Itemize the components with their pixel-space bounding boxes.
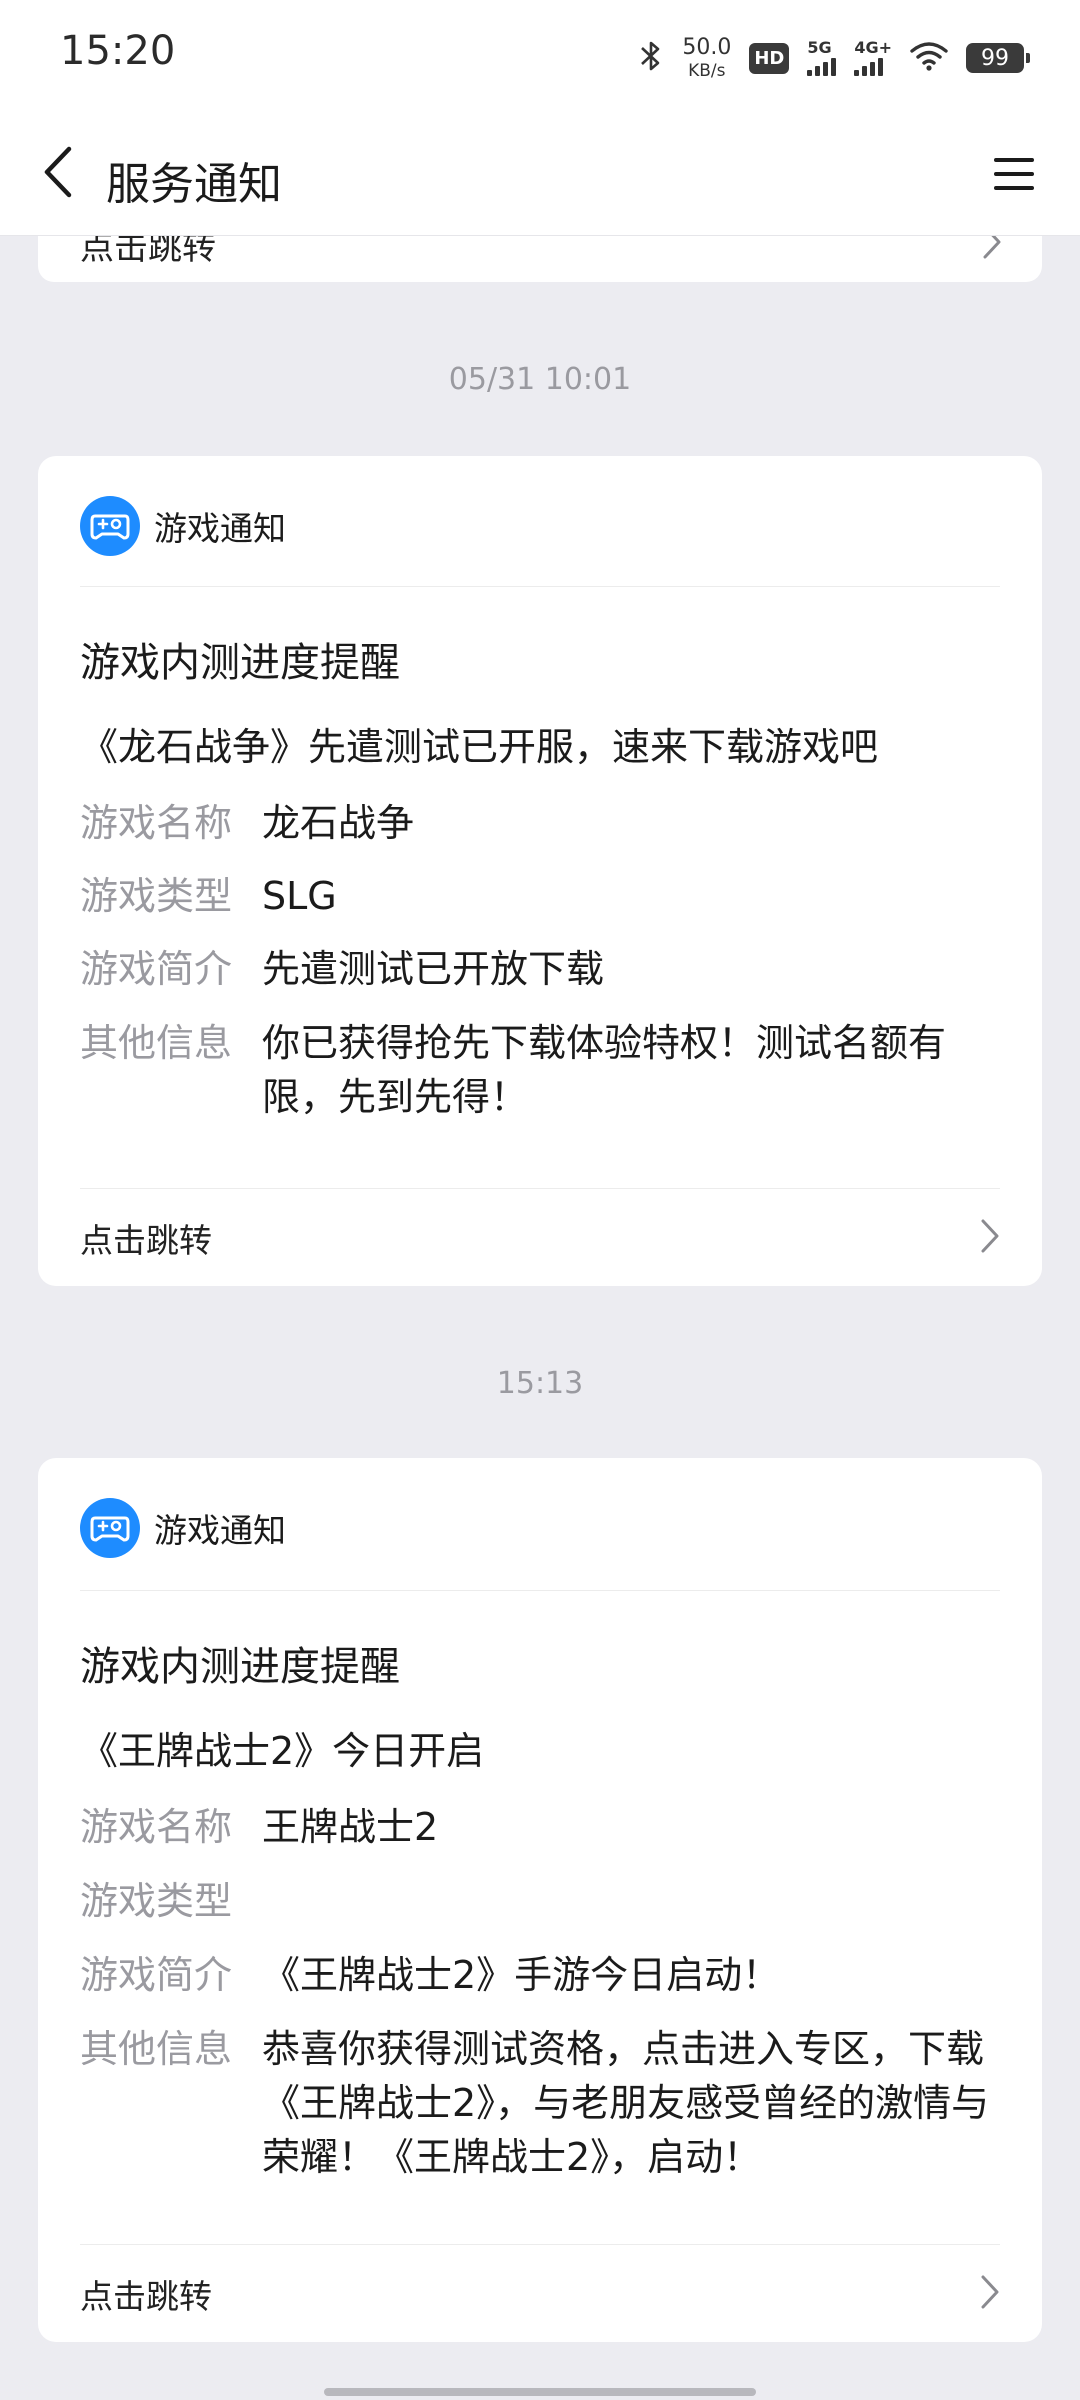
net2-label: 4G+	[854, 38, 892, 57]
app-name: 游戏通知	[154, 509, 286, 548]
jump-link-label: 点击跳转	[80, 2277, 212, 2316]
chevron-right-icon	[980, 2274, 1000, 2314]
status-time: 15:20	[60, 28, 176, 74]
card-header: 游戏通知	[80, 496, 286, 556]
app-name: 游戏通知	[154, 1511, 286, 1550]
message-title: 游戏内测进度提醒	[80, 640, 400, 686]
notification-card: 游戏通知 游戏内测进度提醒 《龙石战争》先遣测试已开服，速来下载游戏吧 游戏名称…	[38, 456, 1042, 1286]
field-label: 游戏简介	[80, 947, 233, 991]
network-speed: 50.0 KB/s	[682, 34, 732, 81]
jump-link-label: 点击跳转	[80, 236, 216, 268]
field-row: 其他信息 恭喜你获得测试资格，点击进入专区，下载《王牌战士2》，与老朋友感受曾经…	[80, 2022, 1002, 2184]
chevron-right-icon	[982, 236, 1002, 264]
speed-value: 50.0	[682, 34, 732, 60]
net1-label: 5G	[807, 38, 832, 57]
field-row: 游戏简介 《王牌战士2》手游今日启动！	[80, 1948, 1002, 2002]
notification-card: 游戏通知 游戏内测进度提醒 《王牌战士2》今日开启 游戏名称 王牌战士2 游戏类…	[38, 1458, 1042, 2342]
field-label: 游戏名称	[80, 801, 233, 845]
field-label: 其他信息	[80, 1021, 233, 1065]
signal-5g-icon: 5G	[807, 38, 837, 76]
jump-link-label: 点击跳转	[80, 1221, 212, 1260]
home-indicator[interactable]	[324, 2388, 756, 2396]
divider	[80, 1590, 1000, 1591]
battery-level: 99	[981, 45, 1009, 71]
field-row: 游戏类型 SLG	[80, 869, 1002, 923]
field-label: 游戏类型	[80, 874, 233, 918]
field-value: 王牌战士2	[262, 1805, 439, 1849]
field-value: 龙石战争	[262, 801, 415, 845]
bluetooth-icon	[638, 39, 664, 77]
signal-4g-icon: 4G+	[854, 40, 892, 76]
jump-link[interactable]: 点击跳转	[80, 2264, 1000, 2324]
divider	[80, 1188, 1000, 1189]
back-button[interactable]	[30, 142, 86, 206]
wifi-icon	[910, 41, 948, 75]
message-subtitle: 《王牌战士2》今日开启	[80, 1729, 485, 1773]
field-row: 其他信息 你已获得抢先下载体验特权！测试名额有限，先到先得！	[80, 1016, 1002, 1124]
message-timestamp: 15:13	[496, 1366, 584, 1401]
status-icons: 50.0 KB/s HD 5G 4G+ 99	[638, 30, 1030, 86]
divider	[80, 586, 1000, 587]
message-title: 游戏内测进度提醒	[80, 1644, 400, 1690]
hd-icon: HD	[749, 42, 790, 74]
app-header: 服务通知	[0, 112, 1080, 236]
gamepad-icon	[80, 1498, 140, 1558]
divider	[80, 2244, 1000, 2245]
gamepad-icon	[80, 496, 140, 556]
field-label: 游戏类型	[80, 1879, 233, 1923]
back-arrow-icon	[41, 145, 75, 203]
battery-icon: 99	[966, 43, 1030, 73]
field-value: SLG	[262, 874, 337, 918]
field-value: 《王牌战士2》手游今日启动！	[262, 1953, 781, 1997]
menu-icon	[992, 155, 1036, 197]
message-timestamp: 05/31 10:01	[448, 362, 632, 397]
field-label: 游戏名称	[80, 1805, 233, 1849]
jump-link[interactable]: 点击跳转	[80, 1208, 1000, 1268]
field-row: 游戏名称 龙石战争	[80, 796, 1002, 850]
status-bar: 15:20 50.0 KB/s HD 5G 4G+ 99	[0, 0, 1080, 112]
field-value: 先遣测试已开放下载	[262, 947, 605, 991]
field-row: 游戏简介 先遣测试已开放下载	[80, 942, 1002, 996]
field-label: 游戏简介	[80, 1953, 233, 1997]
field-value	[262, 1874, 1002, 1928]
field-row: 游戏名称 王牌战士2	[80, 1800, 1002, 1854]
field-value: 你已获得抢先下载体验特权！测试名额有限，先到先得！	[262, 1021, 947, 1119]
previous-message-card[interactable]: 点击跳转	[38, 236, 1042, 282]
field-value: 恭喜你获得测试资格，点击进入专区，下载《王牌战士2》，与老朋友感受曾经的激情与荣…	[262, 2027, 990, 2179]
speed-unit: KB/s	[688, 60, 726, 81]
card-header: 游戏通知	[80, 1498, 286, 1558]
field-label: 其他信息	[80, 2027, 233, 2071]
message-subtitle: 《龙石战争》先遣测试已开服，速来下载游戏吧	[80, 725, 879, 769]
field-row: 游戏类型	[80, 1874, 1002, 1928]
chevron-right-icon	[980, 1218, 1000, 1258]
page-title: 服务通知	[106, 159, 282, 210]
menu-button[interactable]	[986, 148, 1042, 204]
